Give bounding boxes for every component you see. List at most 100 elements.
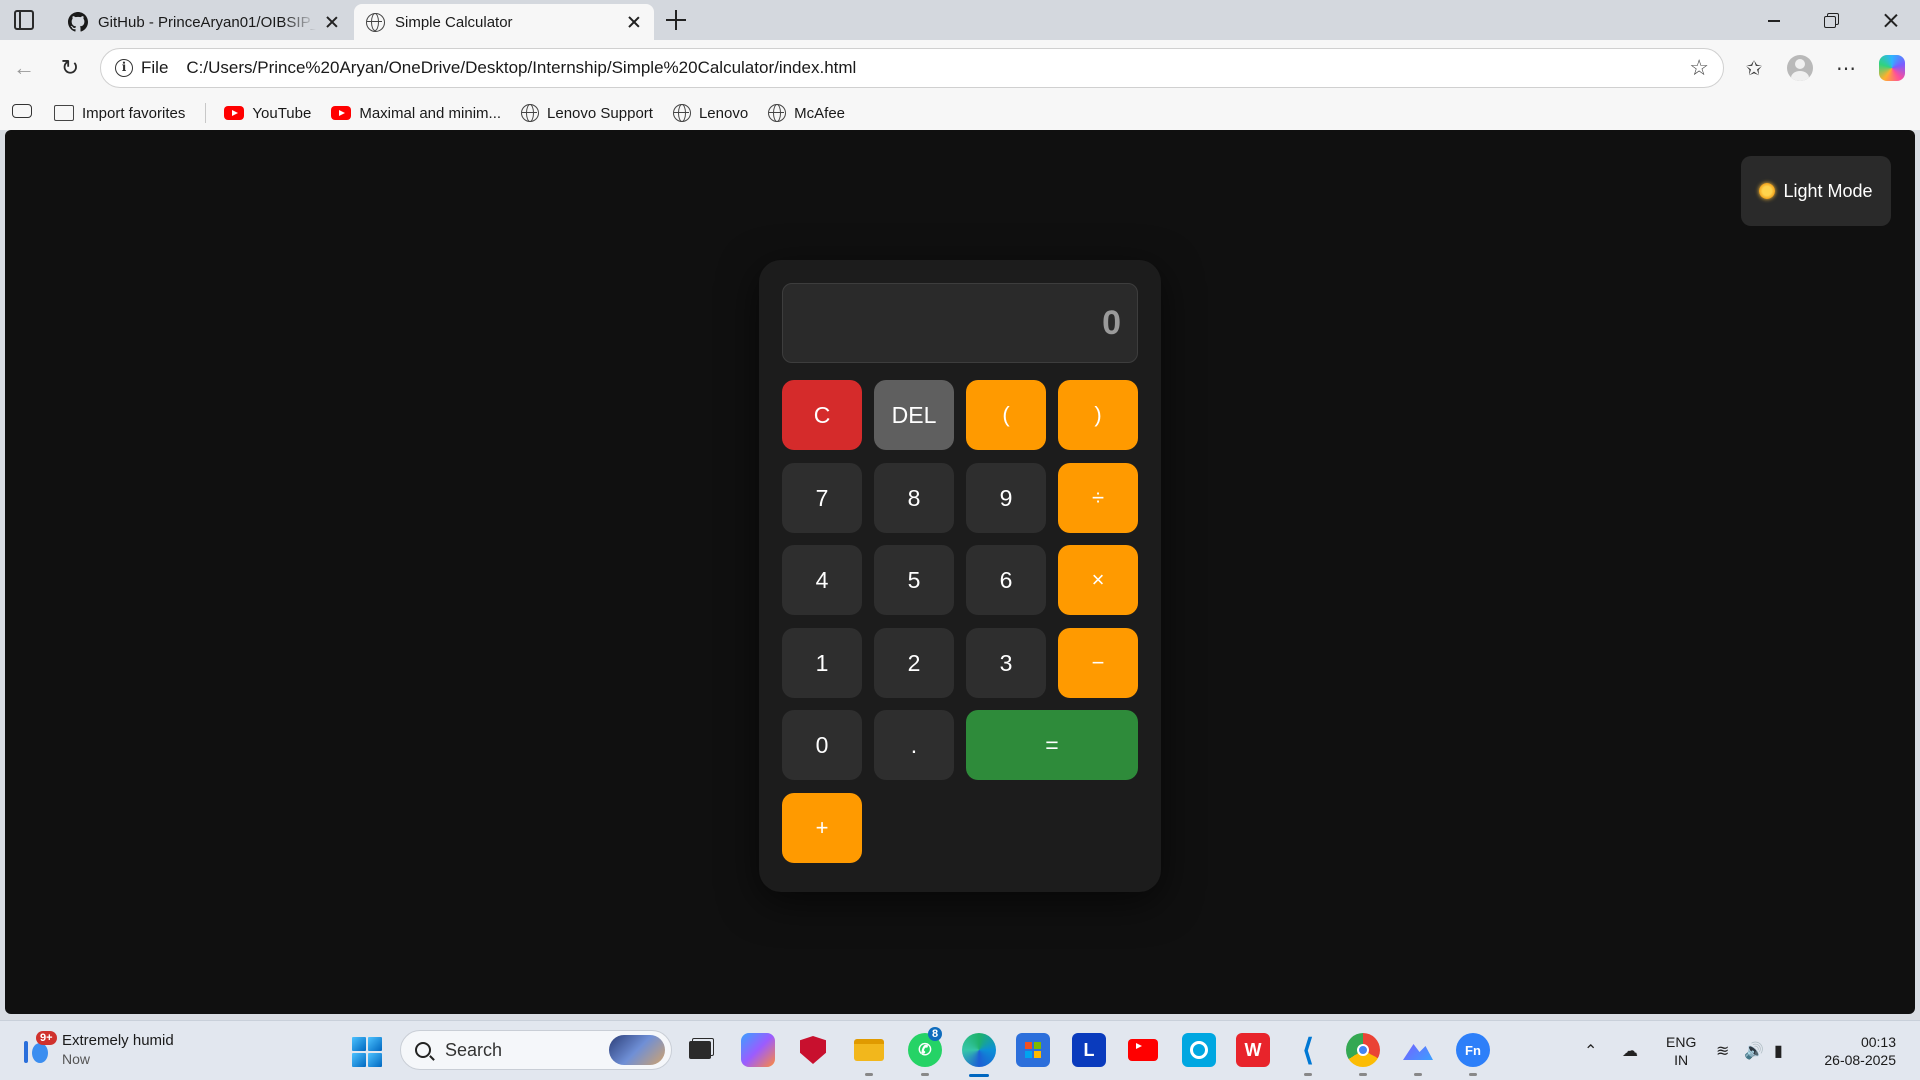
info-icon[interactable]: i [115, 59, 133, 77]
favorite-mcafee[interactable]: McAfee [768, 104, 845, 122]
copilot-icon [1879, 55, 1905, 81]
running-indicator [1414, 1073, 1422, 1076]
digit-1-button[interactable]: 1 [782, 628, 862, 698]
tab-title: GitHub - PrinceAryan01/OIBSIP_w [98, 13, 316, 31]
clear-button[interactable]: C [782, 380, 862, 450]
clock[interactable]: 00:13 26-08-2025 [1812, 1033, 1896, 1069]
digit-0-button[interactable]: 0 [782, 710, 862, 780]
close-window-icon[interactable] [1862, 0, 1918, 40]
equals-button[interactable]: = [966, 710, 1138, 780]
url-text[interactable]: C:/Users/Prince%20Aryan/OneDrive/Desktop… [186, 58, 1681, 78]
fn-app-icon[interactable]: Fn [1456, 1033, 1490, 1067]
back-arrow-icon[interactable]: ← [10, 54, 38, 82]
divider [205, 103, 207, 123]
reload-icon[interactable]: ↻ [56, 54, 84, 82]
digit-2-button[interactable]: 2 [874, 628, 954, 698]
alexa-icon[interactable] [1182, 1033, 1216, 1067]
taskbar-search[interactable]: Search [400, 1030, 672, 1070]
wifi-icon[interactable]: ≋ [1716, 1041, 1729, 1061]
tab-actions-icon[interactable] [14, 10, 34, 30]
clock-date: 26-08-2025 [1824, 1052, 1896, 1068]
digit-6-button[interactable]: 6 [966, 545, 1046, 615]
mcafee-icon[interactable] [796, 1033, 830, 1067]
favorites-icon[interactable]: ✩ [1740, 54, 1768, 82]
file-explorer-icon[interactable] [852, 1033, 886, 1067]
tab-simple-calculator[interactable]: Simple Calculator [354, 4, 654, 40]
digit-8-button[interactable]: 8 [874, 463, 954, 533]
delete-button[interactable]: DEL [874, 380, 954, 450]
windows-start-icon[interactable] [352, 1037, 382, 1067]
reading-view-button[interactable] [12, 104, 32, 122]
taskbar: 9+ Extremely humid Now Search ✆ 8 L W ⟨ … [0, 1020, 1920, 1080]
language-indicator[interactable]: ENG IN [1666, 1033, 1696, 1069]
calculator: 0 C DEL ( ) 7 8 9 ÷ 4 5 6 × 1 2 3 − 0 . … [759, 260, 1161, 892]
youtube-icon[interactable] [1126, 1033, 1160, 1067]
restore-window-icon[interactable] [1804, 0, 1860, 40]
theme-toggle-label: Light Mode [1783, 180, 1873, 201]
globe-icon [366, 12, 385, 32]
edge-icon[interactable] [962, 1033, 996, 1067]
minimize-window-icon[interactable] [1746, 0, 1802, 40]
multiply-button[interactable]: × [1058, 545, 1138, 615]
tab-strip: GitHub - PrinceAryan01/OIBSIP_w Simple C… [0, 0, 1920, 40]
calculator-display: 0 [782, 283, 1138, 363]
address-bar[interactable]: i File C:/Users/Prince%20Aryan/OneDrive/… [100, 48, 1724, 88]
volume-icon[interactable]: 🔊 [1744, 1041, 1764, 1061]
tab-github[interactable]: GitHub - PrinceAryan01/OIBSIP_w [56, 4, 352, 40]
microsoft-store-icon[interactable] [1016, 1033, 1050, 1067]
decimal-button[interactable]: . [874, 710, 954, 780]
favorites-bar: Import favorites YouTube Maximal and min… [0, 96, 1920, 130]
favorite-label: Lenovo Support [547, 104, 653, 122]
search-placeholder: Search [445, 1039, 503, 1060]
running-indicator [1359, 1073, 1367, 1076]
digit-5-button[interactable]: 5 [874, 545, 954, 615]
digit-9-button[interactable]: 9 [966, 463, 1046, 533]
globe-icon [672, 104, 691, 122]
weather-time: Now [62, 1051, 91, 1067]
close-tab-icon[interactable] [626, 14, 642, 30]
close-paren-button[interactable]: ) [1058, 380, 1138, 450]
favorite-lenovo[interactable]: Lenovo [672, 104, 749, 122]
battery-icon[interactable]: ▮ [1774, 1041, 1783, 1061]
more-options-icon[interactable]: ⋯ [1832, 54, 1860, 82]
weather-condition: Extremely humid [62, 1032, 174, 1049]
whatsapp-icon[interactable]: ✆ 8 [908, 1027, 943, 1067]
favorite-label: YouTube [252, 104, 312, 122]
photos-icon[interactable] [1401, 1033, 1435, 1067]
favorite-youtube[interactable]: YouTube [224, 105, 311, 122]
onedrive-cloud-icon[interactable]: ☁ [1622, 1041, 1638, 1061]
task-view-icon[interactable] [683, 1033, 717, 1067]
new-tab-icon[interactable] [664, 8, 688, 32]
copilot-icon[interactable] [741, 1033, 775, 1067]
open-paren-button[interactable]: ( [966, 380, 1046, 450]
profile-button[interactable] [1786, 54, 1814, 82]
add-favorite-star-icon[interactable]: ☆ [1689, 55, 1709, 81]
favorite-import-favorites[interactable]: Import favorites [54, 105, 185, 122]
reading-view-icon [12, 104, 32, 118]
vscode-icon[interactable]: ⟨ [1291, 1033, 1325, 1067]
chevron-up-icon[interactable]: ⌃ [1584, 1041, 1597, 1061]
close-tab-icon[interactable] [324, 14, 340, 30]
notification-badge: 8 [928, 1027, 943, 1041]
running-indicator [921, 1073, 929, 1076]
favorite-maximal-minimal[interactable]: Maximal and minim... [331, 105, 501, 122]
sun-icon [1759, 183, 1776, 199]
copilot-button[interactable] [1878, 54, 1906, 82]
tab-title: Simple Calculator [395, 13, 513, 31]
theme-toggle-button[interactable]: Light Mode [1741, 156, 1891, 226]
subtract-button[interactable]: − [1058, 628, 1138, 698]
digit-3-button[interactable]: 3 [966, 628, 1046, 698]
digit-4-button[interactable]: 4 [782, 545, 862, 615]
scheme-label: File [141, 58, 169, 77]
weather-widget[interactable]: 9+ Extremely humid Now [20, 1031, 174, 1069]
favorite-lenovo-support[interactable]: Lenovo Support [521, 104, 653, 122]
add-button[interactable]: + [782, 793, 862, 863]
chrome-icon[interactable] [1346, 1033, 1380, 1067]
favorite-label: Import favorites [82, 104, 186, 122]
digit-7-button[interactable]: 7 [782, 463, 862, 533]
favorite-label: Lenovo [698, 104, 749, 122]
youtube-icon [331, 106, 352, 120]
wps-office-icon[interactable]: W [1236, 1033, 1270, 1067]
divide-button[interactable]: ÷ [1058, 463, 1138, 533]
lenovo-icon[interactable]: L [1072, 1033, 1106, 1067]
